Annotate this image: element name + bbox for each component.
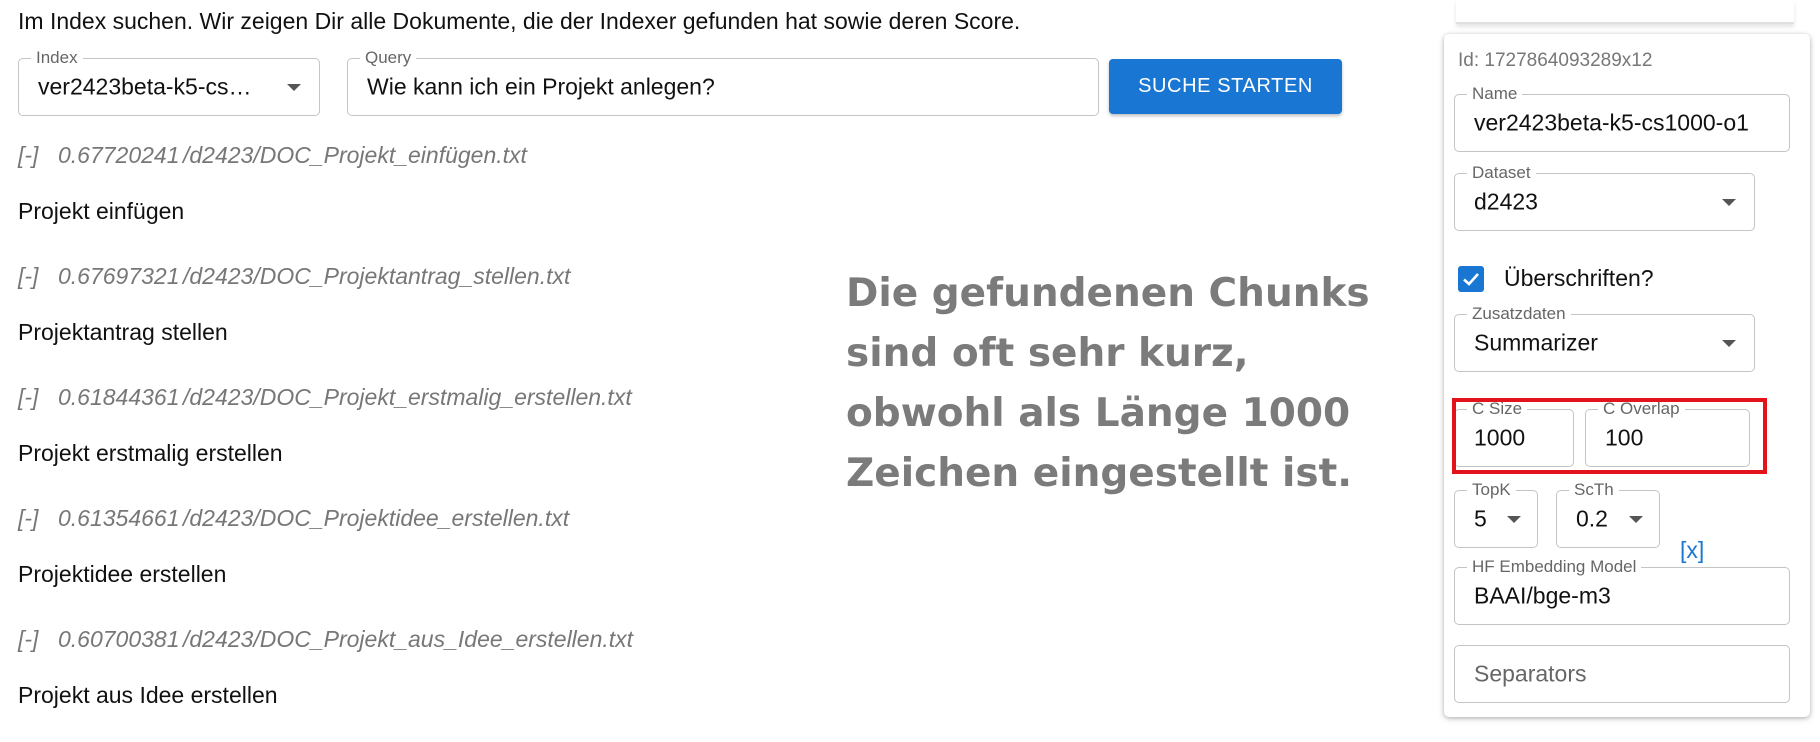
query-label: Query [360,48,417,68]
topk-select[interactable]: TopK 5 [1454,480,1538,548]
separators-input[interactable]: Separators [1454,645,1790,703]
score-threshold-value: 0.2 [1576,505,1608,532]
result-title: Projektantrag stellen [18,318,228,345]
result-path: /d2423/DOC_Projektidee_erstellen.txt [183,504,570,531]
result-meta: [-] 0.67697321 /d2423/DOC_Projektantrag_… [18,258,838,294]
intro-text: Im Index suchen. Wir zeigen Dir alle Dok… [18,8,1021,34]
embedding-model-label: HF Embedding Model [1467,557,1642,577]
result-score: 0.60700381 [58,625,180,652]
list-item: [-] 0.60700381 /d2423/DOC_Projekt_aus_Id… [18,621,838,742]
result-meta: [-] 0.67720241 /d2423/DOC_Projekt_einfüg… [18,137,838,173]
list-item: [-] 0.67697321 /d2423/DOC_Projektantrag_… [18,258,838,379]
chevron-down-icon [1722,340,1736,347]
score-threshold-select[interactable]: ScTh 0.2 [1556,480,1660,548]
highlight-box [1452,398,1767,474]
result-title: Projektidee erstellen [18,560,227,587]
list-item: [-] 0.61844361 /d2423/DOC_Projekt_erstma… [18,379,838,500]
embedding-model-input[interactable]: HF Embedding Model BAAI/bge-m3 [1454,557,1790,625]
result-meta: [-] 0.60700381 /d2423/DOC_Projekt_aus_Id… [18,621,838,657]
result-path: /d2423/DOC_Projekt_aus_Idee_erstellen.tx… [183,625,634,652]
panel-top-strip [1456,0,1794,24]
index-value: ver2423beta-k5-cs… [38,73,252,100]
headings-label: Überschriften? [1504,265,1654,291]
result-meta: [-] 0.61354661 /d2423/DOC_Projektidee_er… [18,500,838,536]
chevron-down-icon [1629,516,1643,523]
result-score: 0.67697321 [58,262,180,289]
collapse-toggle[interactable]: [-] [18,263,58,290]
headings-checkbox-row[interactable]: Überschriften? [1458,265,1654,292]
result-meta: [-] 0.61844361 /d2423/DOC_Projekt_erstma… [18,379,838,415]
search-button[interactable]: SUCHE STARTEN [1109,59,1342,114]
index-select[interactable]: Index ver2423beta-k5-cs… [18,48,320,116]
dataset-label: Dataset [1467,163,1536,183]
collapse-toggle[interactable]: [-] [18,384,58,411]
collapse-toggle[interactable]: [-] [18,626,58,653]
collapse-toggle[interactable]: [-] [18,142,58,169]
separators-placeholder: Separators [1474,660,1587,687]
result-path: /d2423/DOC_Projekt_erstmalig_erstellen.t… [183,383,632,410]
index-label: Index [31,48,83,68]
annotation-note: Die gefundenen Chunks sind oft sehr kurz… [846,271,1370,496]
results-list: [-] 0.67720241 /d2423/DOC_Projekt_einfüg… [18,137,838,742]
extra-data-select[interactable]: Zusatzdaten Summarizer [1454,304,1755,372]
result-title: Projekt erstmalig erstellen [18,439,283,466]
result-score: 0.61844361 [58,383,180,410]
headings-checkbox[interactable] [1458,265,1484,292]
config-id: Id: 1727864093289x12 [1458,50,1653,71]
topk-label: TopK [1467,480,1516,500]
name-value: ver2423beta-k5-cs1000-o1 [1474,109,1749,136]
topk-value: 5 [1474,505,1487,532]
chevron-down-icon [1507,516,1521,523]
result-path: /d2423/DOC_Projekt_einfügen.txt [183,141,527,168]
extra-data-value: Summarizer [1474,329,1598,356]
clear-link[interactable]: [x] [1680,537,1704,564]
embedding-model-value: BAAI/bge-m3 [1474,582,1611,609]
dataset-select[interactable]: Dataset d2423 [1454,163,1755,231]
name-field[interactable]: Name ver2423beta-k5-cs1000-o1 [1454,84,1790,152]
chevron-down-icon [1722,199,1736,206]
index-config-panel: Id: 1727864093289x12 Name ver2423beta-k5… [1444,34,1810,717]
query-input[interactable]: Query Wie kann ich ein Projekt anlegen? [347,48,1099,116]
result-score: 0.61354661 [58,504,180,531]
extra-data-label: Zusatzdaten [1467,304,1571,324]
chevron-down-icon [287,84,301,91]
score-threshold-label: ScTh [1569,480,1619,500]
result-score: 0.67720241 [58,141,180,168]
name-label: Name [1467,84,1523,104]
list-item: [-] 0.61354661 /d2423/DOC_Projektidee_er… [18,500,838,621]
result-path: /d2423/DOC_Projektantrag_stellen.txt [183,262,571,289]
checkmark-icon [1463,272,1479,286]
result-title: Projekt einfügen [18,197,185,224]
collapse-toggle[interactable]: [-] [18,505,58,532]
list-item: [-] 0.67720241 /d2423/DOC_Projekt_einfüg… [18,137,838,258]
dataset-value: d2423 [1474,188,1538,215]
result-title: Projekt aus Idee erstellen [18,681,278,708]
query-value: Wie kann ich ein Projekt anlegen? [367,73,715,100]
